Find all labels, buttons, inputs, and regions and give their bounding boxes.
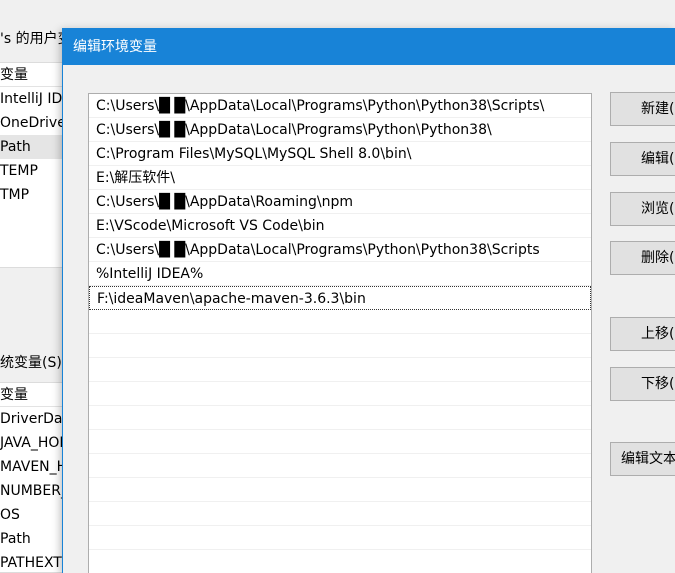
- empty-row: [89, 382, 591, 406]
- move-up-button[interactable]: 上移(U): [610, 317, 675, 351]
- path-entry[interactable]: %IntelliJ IDEA%: [89, 262, 591, 286]
- move-down-button[interactable]: 下移(O): [610, 367, 675, 401]
- empty-row: [89, 550, 591, 573]
- edit-environment-variable-dialog: 编辑环境变量 C:\Users\█ █\AppData\Local\Progra…: [62, 28, 675, 573]
- user-variables-list[interactable]: 变量 IntelliJ IDEA OneDriveC Path TEMP TMP: [0, 62, 64, 268]
- system-var-pathext[interactable]: PATHEXT: [0, 551, 63, 572]
- system-var-os[interactable]: OS: [0, 503, 63, 527]
- new-button[interactable]: 新建(N): [610, 92, 675, 126]
- path-entry[interactable]: E:\VScode\Microsoft VS Code\bin: [89, 214, 591, 238]
- path-entry-selected[interactable]: F:\ideaMaven\apache-maven-3.6.3\bin: [89, 286, 591, 310]
- empty-row: [89, 334, 591, 358]
- system-var-java-home[interactable]: JAVA_HOM: [0, 431, 63, 455]
- empty-row: [89, 358, 591, 382]
- system-var-maven-home[interactable]: MAVEN_H: [0, 455, 63, 479]
- system-var-driverdata[interactable]: DriverData: [0, 407, 63, 431]
- system-var-path[interactable]: Path: [0, 527, 63, 551]
- path-entry[interactable]: C:\Users\█ █\AppData\Local\Programs\Pyth…: [89, 118, 591, 142]
- user-variables-title: 's 的用户变: [0, 31, 72, 47]
- path-entry[interactable]: C:\Users\█ █\AppData\Roaming\npm: [89, 190, 591, 214]
- system-var-number-of-processors[interactable]: NUMBER_C: [0, 479, 63, 503]
- path-entry[interactable]: C:\Program Files\MySQL\MySQL Shell 8.0\b…: [89, 142, 591, 166]
- empty-row: [89, 454, 591, 478]
- path-entry[interactable]: C:\Users\█ █\AppData\Local\Programs\Pyth…: [89, 238, 591, 262]
- user-var-intellij[interactable]: IntelliJ IDEA: [0, 87, 63, 111]
- empty-row: [89, 478, 591, 502]
- system-variables-header[interactable]: 变量: [0, 383, 63, 407]
- edit-button[interactable]: 编辑(E): [610, 142, 675, 176]
- path-entry[interactable]: C:\Users\█ █\AppData\Local\Programs\Pyth…: [89, 94, 591, 118]
- dialog-title: 编辑环境变量: [63, 29, 675, 65]
- edit-text-button[interactable]: 编辑文本(T)...: [610, 442, 675, 476]
- system-variables-list[interactable]: 变量 DriverData JAVA_HOM MAVEN_H NUMBER_C …: [0, 382, 64, 573]
- user-var-temp[interactable]: TEMP: [0, 159, 63, 183]
- user-var-path[interactable]: Path: [0, 135, 63, 159]
- system-variables-label: 统变量(S): [0, 355, 62, 371]
- path-entries-list[interactable]: C:\Users\█ █\AppData\Local\Programs\Pyth…: [88, 93, 592, 573]
- empty-row: [89, 310, 591, 334]
- delete-button[interactable]: 删除(D): [610, 241, 675, 275]
- empty-row: [89, 502, 591, 526]
- empty-row: [89, 526, 591, 550]
- user-var-tmp[interactable]: TMP: [0, 183, 63, 207]
- user-variables-header[interactable]: 变量: [0, 63, 63, 87]
- browse-button[interactable]: 浏览(B)...: [610, 192, 675, 226]
- user-var-onedrive[interactable]: OneDriveC: [0, 111, 63, 135]
- empty-row: [89, 430, 591, 454]
- empty-row: [89, 406, 591, 430]
- path-entry[interactable]: E:\解压软件\: [89, 166, 591, 190]
